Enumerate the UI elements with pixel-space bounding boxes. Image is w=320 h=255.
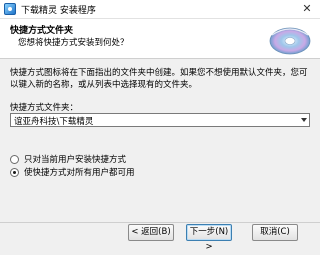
radio-button[interactable] xyxy=(10,154,19,164)
dropdown-arrow-icon[interactable] xyxy=(301,118,307,122)
folder-field-label: 快捷方式文件夹： xyxy=(10,103,79,113)
next-button[interactable]: 下一步(N) > xyxy=(186,224,232,252)
app-icon xyxy=(4,3,16,15)
radio-all-users[interactable]: 使快捷方式对所有用户都可用 xyxy=(10,166,135,178)
window-title: 下载精灵 安装程序 xyxy=(21,6,96,16)
radio-button[interactable] xyxy=(10,167,19,177)
close-icon[interactable]: ✕ xyxy=(300,2,314,16)
header-title: 快捷方式文件夹 xyxy=(10,26,74,36)
folder-value: 谊亚舟科技\下载精灵 xyxy=(14,117,94,127)
back-button[interactable]: < 返回(B) xyxy=(128,224,174,241)
folder-combobox[interactable]: 谊亚舟科技\下载精灵 xyxy=(10,113,310,127)
disc-icon xyxy=(266,21,312,57)
radio-current-user[interactable]: 只对当前用户安装快捷方式 xyxy=(10,153,126,165)
title-bar: 下载精灵 安装程序 ✕ xyxy=(0,0,320,19)
cancel-button[interactable]: 取消(C) xyxy=(252,224,298,241)
footer-divider xyxy=(0,222,320,223)
wizard-header: 快捷方式文件夹 您想将快捷方式安装到何处？ xyxy=(0,19,320,59)
radio-label: 只对当前用户安装快捷方式 xyxy=(24,155,127,165)
header-subtitle: 您想将快捷方式安装到何处？ xyxy=(18,38,129,48)
radio-label: 使快捷方式对所有用户都可用 xyxy=(24,168,135,178)
description-text: 快捷方式图标将在下面指出的文件夹中创建。如果您不想使用默认文件夹，您可以键入新的… xyxy=(10,68,308,90)
